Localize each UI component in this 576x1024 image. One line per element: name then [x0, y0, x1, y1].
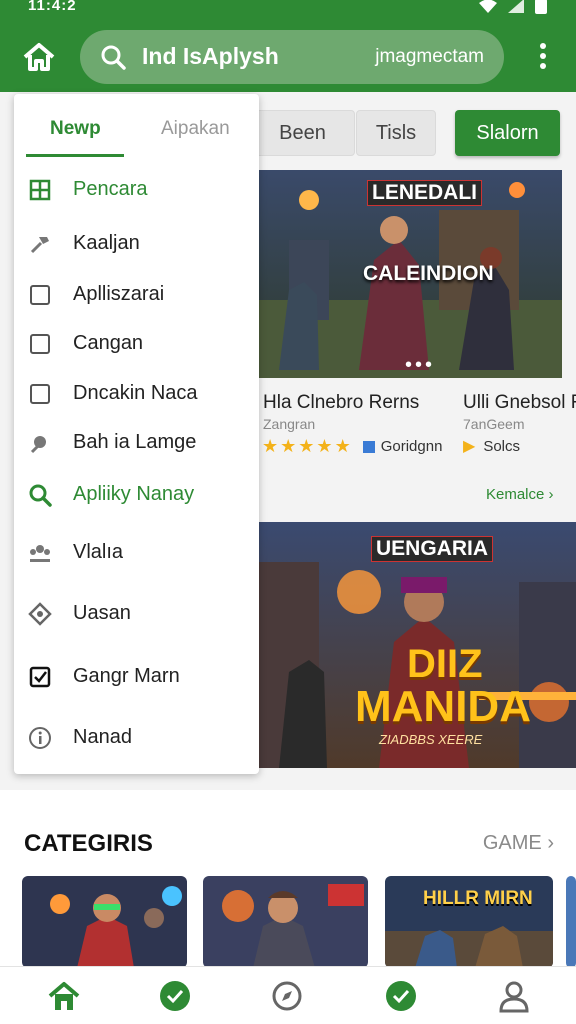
- wifi-icon: [479, 0, 497, 13]
- search-icon: [29, 484, 52, 507]
- drawer-item[interactable]: Nanad: [14, 716, 259, 760]
- tab-underline: [26, 154, 124, 157]
- puzzle-icon: [30, 436, 46, 454]
- battery-icon: [535, 0, 547, 14]
- more-vert-icon[interactable]: [530, 40, 556, 72]
- checkbox-icon: [30, 334, 50, 354]
- carousel-dots: •••: [405, 354, 436, 376]
- feature-title-2: MANIDA: [355, 682, 531, 731]
- drawer-item[interactable]: Dncakin Naca: [14, 372, 259, 416]
- category-thumb[interactable]: [203, 876, 368, 968]
- square-badge-icon: [362, 440, 375, 453]
- drawer-item[interactable]: Kaaljan: [14, 222, 259, 266]
- thumb-art: [22, 876, 187, 968]
- drawer-item-label: Pencara: [73, 178, 148, 200]
- drawer-item[interactable]: Uasan: [14, 592, 259, 636]
- feature-logo: UENGARIA: [371, 536, 494, 562]
- feature-title-1: DIIZ: [407, 642, 483, 686]
- category-thumb[interactable]: HILLR MIRN: [385, 876, 553, 968]
- card-rating: ▶ Solcs: [463, 436, 520, 456]
- star-icon: ★: [316, 436, 333, 456]
- drawer-item[interactable]: Vlalıa: [14, 531, 259, 575]
- check-circle-icon[interactable]: [158, 979, 192, 1013]
- home-icon[interactable]: [47, 979, 81, 1013]
- drawer-item[interactable]: Gangr Marn: [14, 655, 259, 699]
- card-subtitle: 7anGeem: [463, 416, 525, 432]
- drawer-item[interactable]: Pencara: [14, 168, 259, 212]
- search-scope[interactable]: jmagmectam: [375, 46, 484, 68]
- drawer-item-label: Nanad: [73, 726, 132, 748]
- chip-label: Tisls: [375, 121, 417, 144]
- feature-banner[interactable]: UENGARIA DIIZ MANIDA ZIADBBS XEERE: [259, 522, 576, 768]
- drawer-item-label: Gangr Marn: [73, 665, 180, 687]
- card-subtitle: Zangran: [263, 416, 316, 432]
- grid-icon: [29, 179, 51, 201]
- search-bar[interactable]: Ind IsAplysh jmagmectam: [80, 30, 504, 84]
- card-title[interactable]: Hla Clnebro Rerns: [263, 392, 419, 414]
- thumb-title: HILLR MIRN: [423, 888, 533, 909]
- chip-label: Slalorn: [476, 121, 539, 144]
- status-time: 11:4:2: [28, 0, 77, 14]
- star-icon: ★: [280, 436, 297, 456]
- banner-title: CALEINDION: [363, 262, 494, 285]
- rating-label: Goridgnn: [380, 438, 443, 455]
- checkbox-icon: [30, 384, 50, 404]
- status-icons: [478, 0, 548, 14]
- drawer-item-label: Apliiky Nanay: [73, 483, 195, 505]
- category-thumb[interactable]: [22, 876, 187, 968]
- section-title: CATEGIRIS: [24, 830, 153, 857]
- drawer-item[interactable]: Cangan: [14, 322, 259, 366]
- drawer-item-label: Kaaljan: [73, 232, 140, 254]
- diamond-icon: [28, 602, 52, 626]
- tab-chip[interactable]: Been: [250, 110, 355, 156]
- bottom-nav: [0, 966, 576, 1024]
- play-icon: ▶: [463, 438, 476, 455]
- search-query[interactable]: Ind IsAplysh: [142, 43, 279, 70]
- drawer-item[interactable]: Aplliszarai: [14, 273, 259, 317]
- drawer-tab-new[interactable]: Newp: [50, 118, 101, 140]
- drawer-item-label: Dncakin Naca: [73, 382, 198, 404]
- hammer-icon: [30, 237, 49, 254]
- home-icon[interactable]: [20, 38, 58, 76]
- see-all-link[interactable]: GAME ›: [483, 832, 554, 855]
- banner-logo: LENEDALI: [367, 180, 482, 206]
- more-link[interactable]: Kemalce ›: [486, 486, 554, 503]
- feature-tagline: ZIADBBS XEERE: [379, 732, 483, 747]
- card-rating: ★ ★ ★ ★ ★ Goridgnn: [262, 436, 442, 457]
- more-link-label: Kemalce: [486, 486, 545, 503]
- tab-chip-active[interactable]: Slalorn: [455, 110, 560, 156]
- rating-label: Solcs: [483, 437, 520, 455]
- info-icon: [29, 727, 51, 749]
- star-icon: ★: [262, 436, 279, 456]
- see-all-label: GAME: [482, 832, 542, 854]
- star-icon: ★: [298, 436, 315, 456]
- game-banner[interactable]: LENEDALI CALEINDION •••: [259, 170, 562, 378]
- status-bar: 11:4:2: [0, 0, 576, 18]
- category-thumb[interactable]: [566, 876, 576, 968]
- card-title[interactable]: Ulli Gnebsol R: [463, 392, 576, 414]
- signal-icon: [508, 0, 524, 13]
- drawer-item[interactable]: Apliiky Nanay: [14, 473, 259, 517]
- drawer-item-label: Uasan: [73, 602, 131, 624]
- app-header: 11:4:2 Ind IsAplysh jmagmectam: [0, 0, 576, 92]
- drawer-item-label: Aplliszarai: [73, 283, 165, 305]
- explore-icon[interactable]: [270, 979, 304, 1013]
- checkbox-icon: [30, 285, 50, 305]
- drawer-item-label: Vlalıa: [73, 541, 124, 563]
- profile-icon[interactable]: [497, 979, 531, 1013]
- drawer-item-label: Bah ia Lamge: [73, 431, 197, 453]
- drawer-item-label: Cangan: [73, 332, 144, 354]
- star-icon: ★: [334, 436, 351, 456]
- checked-box-icon: [29, 666, 51, 688]
- drawer-tab-other[interactable]: Aipakan: [161, 118, 230, 140]
- check-circle-icon[interactable]: [384, 979, 418, 1013]
- search-icon: [101, 45, 126, 70]
- drawer-item[interactable]: Bah ia Lamge: [14, 421, 259, 465]
- chip-label: Been: [279, 121, 326, 144]
- thumb-art: [203, 876, 368, 968]
- group-icon: [30, 545, 50, 562]
- tab-chip[interactable]: Tisls: [356, 110, 436, 156]
- navigation-drawer: Newp Aipakan Pencara Kaaljan Aplliszarai…: [14, 94, 259, 774]
